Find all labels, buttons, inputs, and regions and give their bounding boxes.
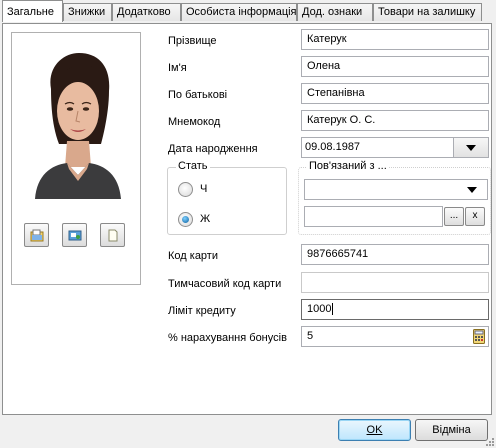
cancel-button[interactable]: Відміна xyxy=(415,419,488,441)
patronymic-label: По батькові xyxy=(168,89,228,101)
gender-male-label: Ч xyxy=(200,183,208,195)
gender-radio-female[interactable] xyxy=(178,212,193,227)
surname-label: Прізвище xyxy=(168,35,217,47)
gender-group: Стать Ч Ж xyxy=(167,160,287,235)
first-name-label: Ім'я xyxy=(168,62,187,74)
credit-limit-value: 1000 xyxy=(307,303,332,315)
customer-photo xyxy=(29,49,125,199)
birthdate-picker[interactable]: 09.08.1987 xyxy=(301,137,489,158)
tab-discounts[interactable]: Знижки xyxy=(63,3,112,21)
temp-card-code-label: Тимчасовий код карти xyxy=(168,278,282,290)
related-clear-button[interactable]: x xyxy=(465,207,485,226)
text-caret xyxy=(332,303,334,316)
tab-extra-attributes[interactable]: Дод. ознаки xyxy=(297,3,373,21)
clear-photo-button[interactable] xyxy=(100,223,125,247)
photo-frame xyxy=(11,32,141,285)
surname-field[interactable]: Катерук xyxy=(301,29,489,50)
tab-personal-info[interactable]: Особиста інформація xyxy=(181,3,297,21)
birthdate-value: 09.08.1987 xyxy=(305,141,361,153)
gender-group-title: Стать xyxy=(176,160,210,172)
card-code-field[interactable]: 9876665741 xyxy=(301,244,489,265)
temp-card-code-field[interactable] xyxy=(301,272,489,293)
ok-button[interactable]: OK xyxy=(338,419,411,441)
chevron-down-icon xyxy=(467,187,477,193)
related-group-title: Пов'язаний з ... xyxy=(307,160,389,172)
birthdate-dropdown-button[interactable] xyxy=(453,138,488,157)
tab-stock-goods[interactable]: Товари на залишку xyxy=(373,3,482,21)
chevron-down-icon xyxy=(466,144,476,151)
tab-general[interactable]: Загальне xyxy=(2,0,63,22)
credit-limit-label: Ліміт кредиту xyxy=(168,305,236,317)
load-photo-button[interactable] xyxy=(24,223,49,247)
ok-button-label: OK xyxy=(366,424,383,436)
gender-radio-male[interactable] xyxy=(178,182,193,197)
tab-additional[interactable]: Додатково xyxy=(112,3,181,21)
mnemocode-field[interactable]: Катерук О. С. xyxy=(301,110,489,131)
first-name-field[interactable]: Олена xyxy=(301,56,489,77)
gender-female-label: Ж xyxy=(200,213,211,225)
open-image-icon xyxy=(30,229,43,241)
bonus-percent-value: 5 xyxy=(307,330,314,342)
related-select[interactable] xyxy=(304,179,488,200)
scan-photo-button[interactable] xyxy=(62,223,87,247)
related-text-field[interactable] xyxy=(304,206,443,227)
calculator-icon[interactable] xyxy=(473,329,485,344)
credit-limit-field[interactable]: 1000 xyxy=(301,299,489,320)
resize-grip-icon[interactable] xyxy=(484,436,494,446)
blank-page-icon xyxy=(108,229,117,241)
related-browse-button[interactable]: ... xyxy=(444,207,464,226)
card-code-label: Код карти xyxy=(168,250,218,262)
bonus-percent-label: % нарахування бонусів xyxy=(168,332,287,344)
patronymic-field[interactable]: Степанівна xyxy=(301,83,489,104)
mnemocode-label: Мнемокод xyxy=(168,116,221,128)
birthdate-label: Дата народження xyxy=(168,143,258,155)
scan-image-icon xyxy=(68,230,81,240)
bonus-percent-field[interactable]: 5 xyxy=(301,326,489,347)
tab-panel-general: Прізвище Катерук Ім'я Олена По батькові … xyxy=(2,23,492,415)
